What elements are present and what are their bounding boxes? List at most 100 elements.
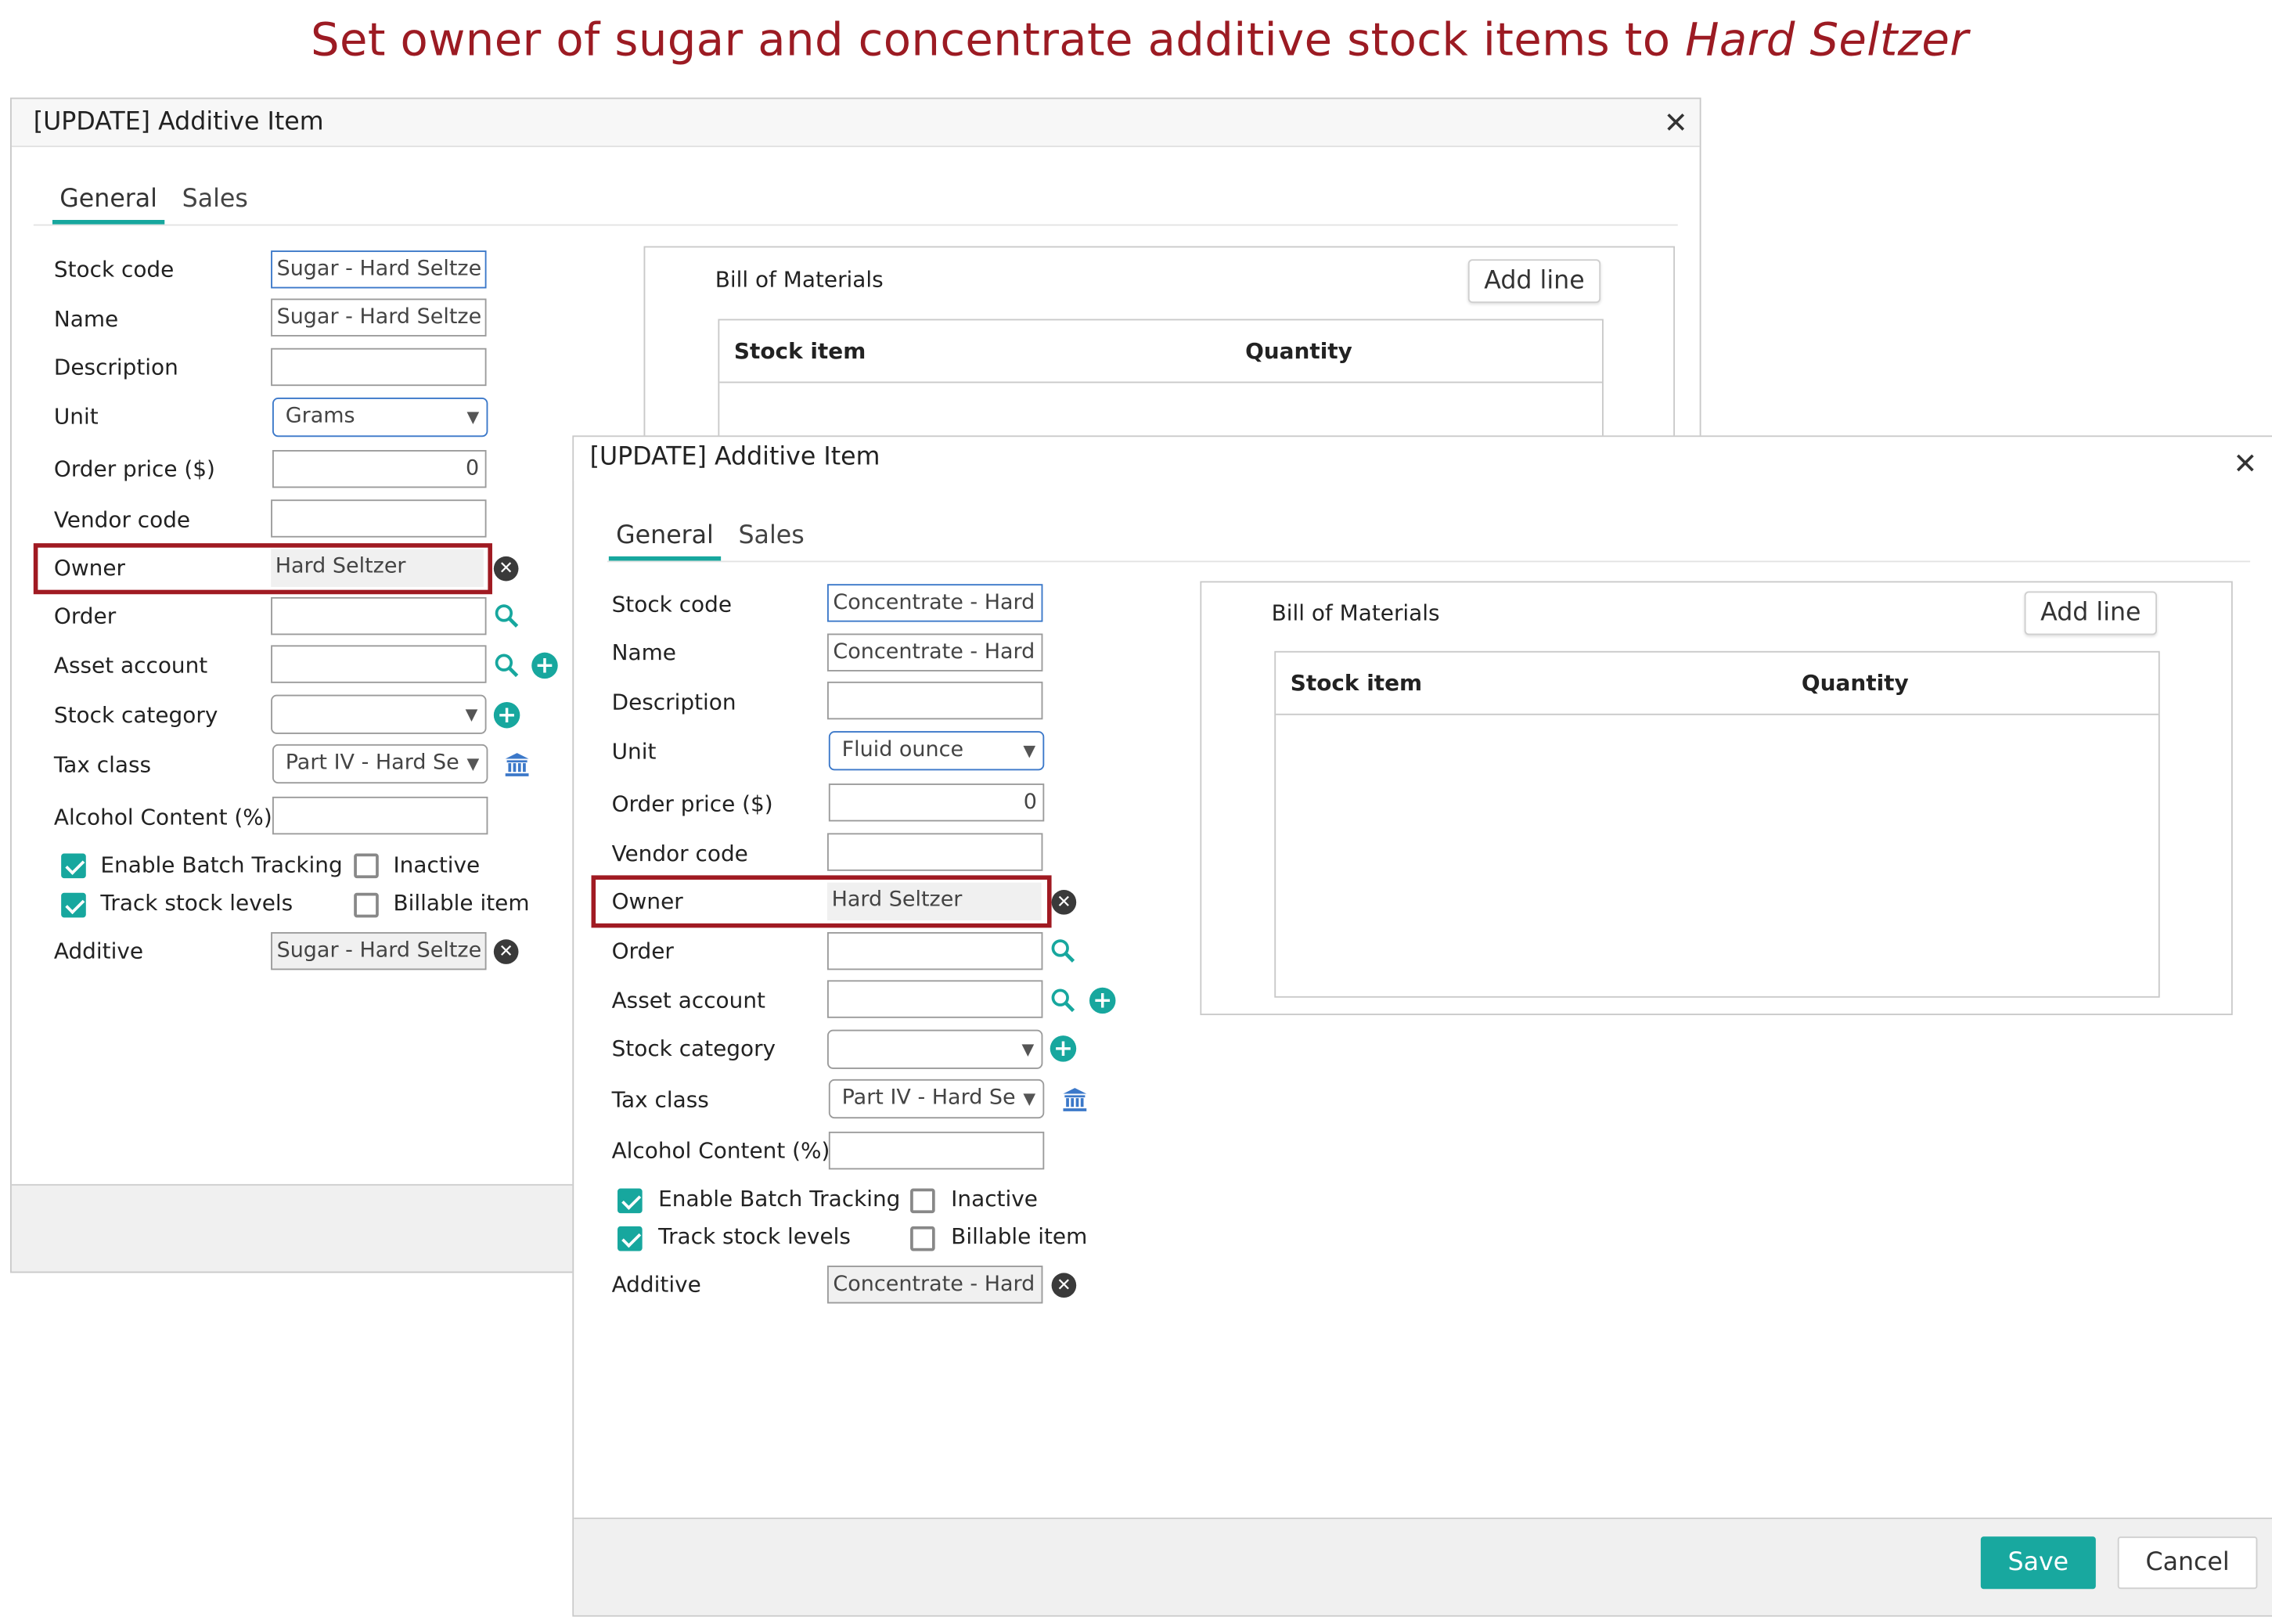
unit-label: Unit xyxy=(611,738,657,765)
unit-label: Unit xyxy=(53,403,99,430)
caption-text: Set owner of sugar and concentrate addit… xyxy=(310,14,1686,67)
clear-icon[interactable]: ✕ xyxy=(1051,1273,1077,1298)
unit-select[interactable]: Grams ▼ xyxy=(272,398,488,438)
order-price-field[interactable]: 0 xyxy=(828,783,1045,822)
stock-code-field[interactable]: Sugar - Hard Seltze xyxy=(271,250,487,289)
cancel-button[interactable]: Cancel xyxy=(2117,1536,2258,1590)
asset-account-field[interactable] xyxy=(271,645,487,683)
bom-title: Bill of Materials xyxy=(1271,600,1440,627)
close-icon[interactable]: ✕ xyxy=(1664,105,1688,140)
name-field[interactable]: Sugar - Hard Seltze xyxy=(271,298,487,337)
order-field[interactable] xyxy=(271,596,487,636)
billable-checkbox[interactable] xyxy=(910,1226,935,1251)
tax-class-label: Tax class xyxy=(611,1086,709,1113)
alcohol-content-label: Alcohol Content (%) xyxy=(611,1137,830,1164)
clear-icon[interactable]: ✕ xyxy=(493,939,519,964)
description-field[interactable] xyxy=(826,681,1043,720)
search-icon[interactable] xyxy=(1050,938,1075,963)
name-field[interactable]: Concentrate - Hard xyxy=(826,633,1043,672)
enable-batch-label: Enable Batch Tracking xyxy=(658,1185,901,1212)
tax-class-select[interactable]: Part IV - Hard Se ▼ xyxy=(828,1078,1045,1119)
tab-bar: General Sales xyxy=(607,517,2251,563)
close-icon[interactable]: ✕ xyxy=(2233,445,2257,481)
stock-code-label: Stock code xyxy=(611,591,733,618)
stock-category-select[interactable]: ▼ xyxy=(271,694,487,734)
dialog-titlebar: [UPDATE] Additive Item ✕ xyxy=(574,437,2272,481)
tax-class-value: Part IV - Hard Se xyxy=(841,1086,1016,1111)
tab-sales[interactable]: Sales xyxy=(731,517,812,556)
tax-class-value: Part IV - Hard Se xyxy=(285,751,459,775)
search-icon[interactable] xyxy=(494,653,519,678)
chevron-down-icon: ▼ xyxy=(466,754,480,774)
page-caption: Set owner of sugar and concentrate addit… xyxy=(0,15,2272,67)
billable-checkbox[interactable] xyxy=(354,892,379,918)
tab-bar: General Sales xyxy=(33,181,1678,226)
billable-label: Billable item xyxy=(951,1223,1088,1250)
additive-field[interactable]: Concentrate - Hard xyxy=(826,1266,1043,1304)
owner-field[interactable]: Hard Seltzer xyxy=(826,882,1042,921)
additive-field[interactable]: Sugar - Hard Seltze xyxy=(271,931,487,970)
tab-general[interactable]: General xyxy=(608,517,722,561)
bill-of-materials-panel: Bill of Materials Add line Stock item Qu… xyxy=(1200,581,2233,1016)
plus-circle-icon[interactable]: + xyxy=(1050,1035,1077,1062)
inactive-label: Inactive xyxy=(393,852,481,879)
dialog-titlebar: [UPDATE] Additive Item ✕ xyxy=(11,99,1700,147)
alcohol-content-field[interactable] xyxy=(828,1131,1045,1170)
tax-class-select[interactable]: Part IV - Hard Se ▼ xyxy=(272,744,488,784)
stock-code-label: Stock code xyxy=(53,256,175,283)
bank-icon[interactable] xyxy=(504,751,530,777)
order-price-label: Order price ($) xyxy=(611,790,773,817)
vendor-code-field[interactable] xyxy=(271,499,487,538)
vendor-code-label: Vendor code xyxy=(53,506,191,534)
owner-field[interactable]: Hard Seltzer xyxy=(271,549,484,587)
dialog-concentrate: [UPDATE] Additive Item ✕ General Sales S… xyxy=(572,435,2272,1617)
plus-circle-icon[interactable]: + xyxy=(531,652,558,679)
table-header-divider xyxy=(719,381,1602,383)
stock-category-select[interactable]: ▼ xyxy=(826,1029,1043,1069)
add-line-button[interactable]: Add line xyxy=(1467,259,1601,304)
additive-label: Additive xyxy=(611,1271,701,1298)
track-stock-label: Track stock levels xyxy=(658,1223,851,1250)
tab-general[interactable]: General xyxy=(52,181,165,225)
stock-code-field[interactable]: Concentrate - Hard xyxy=(826,584,1043,622)
clear-icon[interactable]: ✕ xyxy=(493,556,519,582)
alcohol-content-field[interactable] xyxy=(272,796,488,835)
additive-label: Additive xyxy=(53,938,144,964)
description-label: Description xyxy=(53,354,178,380)
tax-class-label: Tax class xyxy=(53,751,152,778)
unit-select[interactable]: Fluid ounce ▼ xyxy=(828,731,1045,771)
col-stock-item: Stock item xyxy=(733,337,866,365)
dialog-title: [UPDATE] Additive Item xyxy=(589,442,880,472)
enable-batch-checkbox[interactable] xyxy=(618,1188,643,1214)
description-label: Description xyxy=(611,689,736,715)
plus-circle-icon[interactable]: + xyxy=(1089,987,1116,1014)
search-icon[interactable] xyxy=(1050,988,1075,1013)
inactive-checkbox[interactable] xyxy=(354,853,379,879)
order-label: Order xyxy=(611,938,674,964)
description-field[interactable] xyxy=(271,347,487,387)
order-price-field[interactable]: 0 xyxy=(272,450,487,488)
track-stock-checkbox[interactable] xyxy=(618,1226,643,1251)
vendor-code-field[interactable] xyxy=(826,833,1043,871)
track-stock-checkbox[interactable] xyxy=(61,892,86,918)
order-field[interactable] xyxy=(826,931,1043,970)
vendor-code-label: Vendor code xyxy=(611,840,748,867)
chevron-down-icon: ▼ xyxy=(466,408,480,427)
dialog-title: [UPDATE] Additive Item xyxy=(33,107,324,137)
enable-batch-checkbox[interactable] xyxy=(61,853,86,879)
add-line-button[interactable]: Add line xyxy=(2024,591,2157,636)
owner-label: Owner xyxy=(611,888,683,915)
asset-account-field[interactable] xyxy=(826,980,1043,1018)
col-quantity: Quantity xyxy=(1245,337,1352,365)
search-icon[interactable] xyxy=(494,603,519,628)
plus-circle-icon[interactable]: + xyxy=(493,701,520,729)
col-stock-item: Stock item xyxy=(1290,670,1423,697)
unit-value: Fluid ounce xyxy=(841,738,964,762)
inactive-checkbox[interactable] xyxy=(910,1188,935,1214)
clear-icon[interactable]: ✕ xyxy=(1051,890,1077,915)
tab-sales[interactable]: Sales xyxy=(175,181,255,220)
bom-title: Bill of Materials xyxy=(715,266,884,293)
unit-value: Grams xyxy=(285,405,355,429)
save-button[interactable]: Save xyxy=(1980,1536,2096,1590)
bank-icon[interactable] xyxy=(1062,1086,1088,1112)
